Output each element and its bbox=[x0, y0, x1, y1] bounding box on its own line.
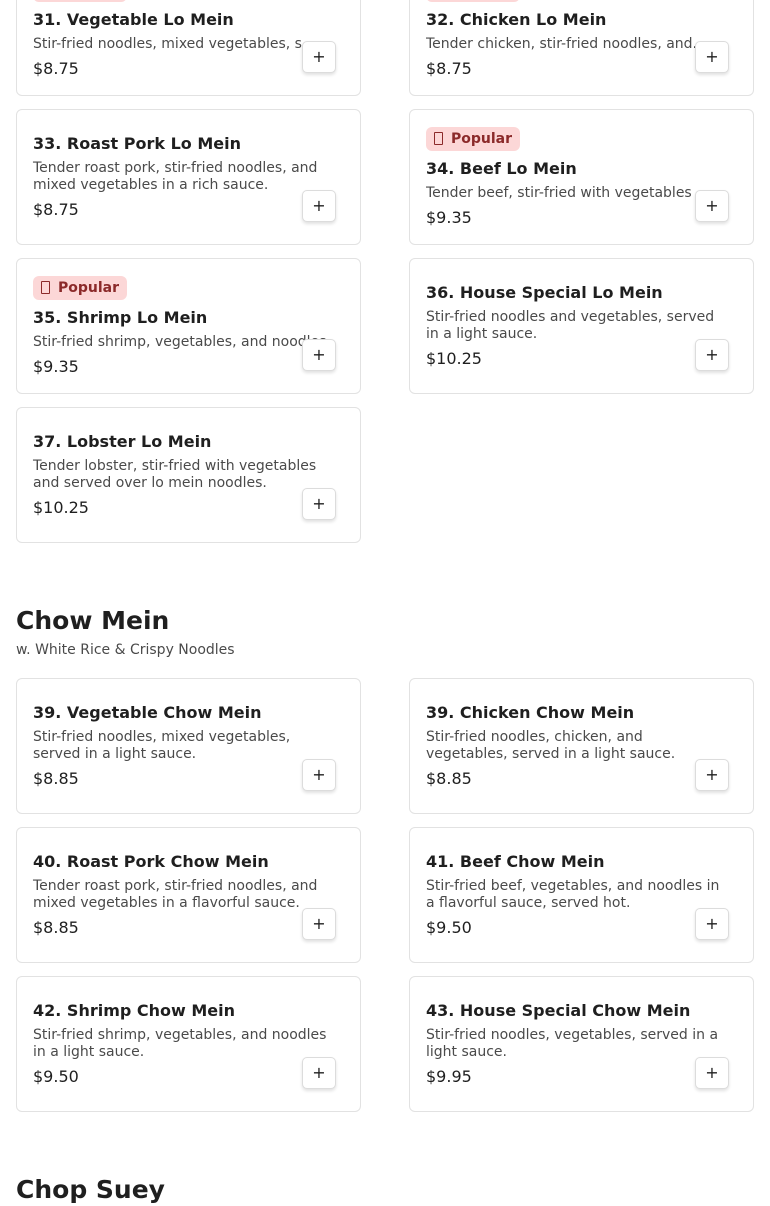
chop-suey-section-header: Chop Suey bbox=[0, 1174, 770, 1206]
menu-item-price: $9.50 bbox=[426, 918, 472, 937]
menu-item-card[interactable]: Popular 32. Chicken Lo Mein Tender chick… bbox=[409, 0, 754, 96]
menu-item-name: 32. Chicken Lo Mein bbox=[426, 9, 607, 29]
add-to-cart-button[interactable]: + bbox=[302, 488, 336, 520]
fire-icon bbox=[434, 132, 443, 145]
menu-item-description: Stir-fried noodles, chicken, and vegetab… bbox=[426, 729, 676, 762]
add-to-cart-button[interactable]: + bbox=[695, 759, 729, 791]
menu-item-price: $8.85 bbox=[33, 769, 79, 788]
menu-item-name: 40. Roast Pork Chow Mein bbox=[33, 852, 269, 871]
menu-item-description: Tender roast pork, stir-fried noodles, a… bbox=[33, 878, 318, 911]
lo-mein-grid: Popular 31. Vegetable Lo Mein Stir-fried… bbox=[0, 0, 770, 543]
menu-item-description: Stir-fried noodles, mixed vegetables, se… bbox=[33, 729, 291, 762]
menu-item-name: 36. House Special Lo Mein bbox=[426, 283, 663, 302]
plus-icon: + bbox=[312, 47, 326, 66]
add-to-cart-button[interactable]: + bbox=[302, 41, 336, 73]
plus-icon: + bbox=[705, 765, 719, 784]
section-subtitle: w. White Rice & Crispy Noodles bbox=[16, 642, 235, 658]
popular-badge: Popular bbox=[426, 0, 521, 2]
popular-badge: Popular bbox=[33, 275, 128, 300]
add-to-cart-button[interactable]: + bbox=[695, 1057, 729, 1089]
menu-item-description: Stir-fried shrimp, vegetables, and noodl… bbox=[33, 1027, 327, 1060]
menu-item-price: $8.85 bbox=[33, 918, 79, 937]
menu-item-price: $9.95 bbox=[426, 1067, 472, 1086]
menu-item-card[interactable]: Popular 31. Vegetable Lo Mein Stir-fried… bbox=[16, 0, 361, 96]
menu-item-description: Stir-fried noodles and vegetables, serve… bbox=[426, 309, 715, 342]
section-title: Chop Suey bbox=[16, 1175, 165, 1204]
menu-item-card[interactable]: 36. House Special Lo Mein Stir-fried noo… bbox=[409, 258, 754, 394]
add-to-cart-button[interactable]: + bbox=[302, 190, 336, 222]
menu-item-card[interactable]: 33. Roast Pork Lo Mein Tender roast pork… bbox=[16, 109, 361, 245]
menu-item-name: 39. Chicken Chow Mein bbox=[426, 703, 635, 722]
menu-item-price: $9.35 bbox=[33, 356, 79, 376]
menu-item-card[interactable]: 40. Roast Pork Chow Mein Tender roast po… bbox=[16, 827, 361, 963]
popular-badge: Popular bbox=[426, 126, 521, 151]
chow-mein-section-header: Chow Mein w. White Rice & Crispy Noodles bbox=[0, 605, 770, 659]
menu-item-name: 35. Shrimp Lo Mein bbox=[33, 307, 208, 327]
menu-item-card[interactable]: 39. Chicken Chow Mein Stir-fried noodles… bbox=[409, 678, 754, 814]
plus-icon: + bbox=[312, 345, 326, 364]
menu-item-name: 41. Beef Chow Mein bbox=[426, 852, 605, 871]
menu-item-description: Tender lobster, stir-fried with vegetabl… bbox=[33, 458, 317, 491]
menu-item-price: $8.75 bbox=[426, 58, 472, 78]
chow-mein-grid: 39. Vegetable Chow Mein Stir-fried noodl… bbox=[0, 678, 770, 1112]
menu-item-card[interactable]: 39. Vegetable Chow Mein Stir-fried noodl… bbox=[16, 678, 361, 814]
menu-item-price: $9.50 bbox=[33, 1067, 79, 1086]
popular-badge: Popular bbox=[33, 0, 128, 2]
menu-item-price: $8.85 bbox=[426, 769, 472, 788]
menu-item-description: Tender beef, stir-fried with vegetables … bbox=[426, 184, 710, 201]
menu-item-card[interactable]: Popular 34. Beef Lo Mein Tender beef, st… bbox=[409, 109, 754, 245]
plus-icon: + bbox=[312, 196, 326, 215]
fire-icon bbox=[41, 281, 50, 294]
menu-item-description: Stir-fried shrimp, vegetables, and noodl… bbox=[33, 333, 331, 350]
plus-icon: + bbox=[312, 914, 326, 933]
menu-item-card[interactable]: 42. Shrimp Chow Mein Stir-fried shrimp, … bbox=[16, 976, 361, 1112]
menu-item-card[interactable]: 41. Beef Chow Mein Stir-fried beef, vege… bbox=[409, 827, 754, 963]
section-title: Chow Mein bbox=[16, 606, 170, 635]
menu-item-name: 37. Lobster Lo Mein bbox=[33, 432, 212, 451]
menu-item-description: Stir-fried noodles, vegetables, served i… bbox=[426, 1027, 719, 1060]
menu-item-price: $10.25 bbox=[426, 349, 482, 368]
plus-icon: + bbox=[312, 765, 326, 784]
menu-item-card[interactable]: 37. Lobster Lo Mein Tender lobster, stir… bbox=[16, 407, 361, 543]
popular-badge-label: Popular bbox=[451, 130, 513, 147]
menu-item-price: $8.75 bbox=[33, 58, 79, 78]
menu-item-description: Stir-fried noodles, mixed vegetables, s.… bbox=[33, 35, 316, 52]
add-to-cart-button[interactable]: + bbox=[695, 339, 729, 371]
menu-item-price: $8.75 bbox=[33, 200, 79, 219]
plus-icon: + bbox=[312, 1063, 326, 1082]
popular-badge-label: Popular bbox=[58, 279, 120, 296]
menu-item-card[interactable]: Popular 35. Shrimp Lo Mein Stir-fried sh… bbox=[16, 258, 361, 394]
add-to-cart-button[interactable]: + bbox=[302, 759, 336, 791]
menu-item-name: 34. Beef Lo Mein bbox=[426, 158, 577, 178]
plus-icon: + bbox=[705, 196, 719, 215]
plus-icon: + bbox=[705, 914, 719, 933]
menu-item-card[interactable]: 43. House Special Chow Mein Stir-fried n… bbox=[409, 976, 754, 1112]
menu-item-price: $10.25 bbox=[33, 498, 89, 517]
menu-item-name: 33. Roast Pork Lo Mein bbox=[33, 134, 241, 153]
plus-icon: + bbox=[312, 494, 326, 513]
menu-item-name: 42. Shrimp Chow Mein bbox=[33, 1001, 236, 1020]
menu-item-description: Tender roast pork, stir-fried noodles, a… bbox=[33, 160, 318, 193]
menu-item-price: $9.35 bbox=[426, 207, 472, 227]
add-to-cart-button[interactable]: + bbox=[695, 908, 729, 940]
add-to-cart-button[interactable]: + bbox=[302, 908, 336, 940]
menu-item-name: 43. House Special Chow Mein bbox=[426, 1001, 691, 1020]
menu-item-name: 39. Vegetable Chow Mein bbox=[33, 703, 262, 722]
add-to-cart-button[interactable]: + bbox=[695, 41, 729, 73]
plus-icon: + bbox=[705, 47, 719, 66]
menu-item-name: 31. Vegetable Lo Mein bbox=[33, 9, 234, 29]
plus-icon: + bbox=[705, 345, 719, 364]
plus-icon: + bbox=[705, 1063, 719, 1082]
menu-item-description: Stir-fried beef, vegetables, and noodles… bbox=[426, 878, 720, 911]
add-to-cart-button[interactable]: + bbox=[302, 1057, 336, 1089]
menu-item-description: Tender chicken, stir-fried noodles, and.… bbox=[426, 35, 706, 52]
add-to-cart-button[interactable]: + bbox=[695, 190, 729, 222]
menu-viewport: Popular 31. Vegetable Lo Mein Stir-fried… bbox=[0, 0, 770, 1206]
add-to-cart-button[interactable]: + bbox=[302, 339, 336, 371]
